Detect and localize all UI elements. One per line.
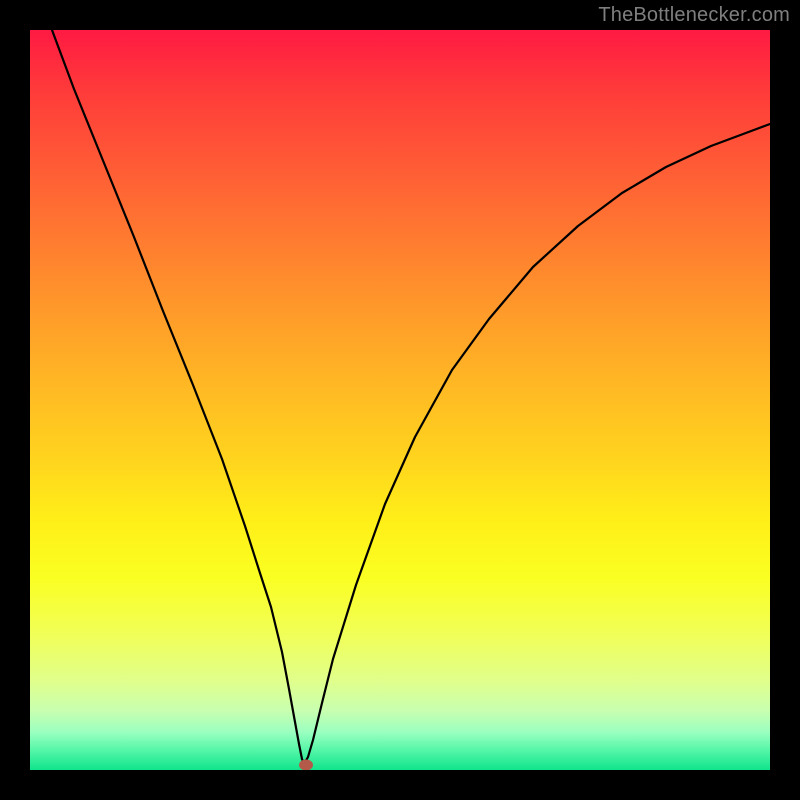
watermark-text: TheBottlenecker.com xyxy=(598,4,790,27)
curve-layer xyxy=(30,30,770,770)
bottleneck-curve xyxy=(52,30,770,764)
optimum-marker xyxy=(299,760,313,771)
plot-area xyxy=(30,30,770,770)
chart-frame: TheBottlenecker.com xyxy=(0,0,800,800)
